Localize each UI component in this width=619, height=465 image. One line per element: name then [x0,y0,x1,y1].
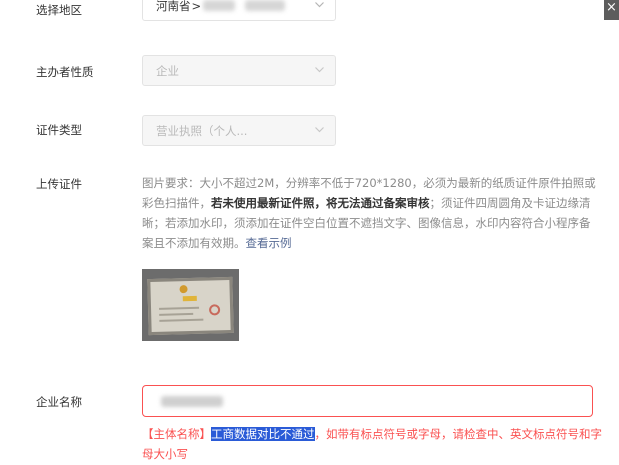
certificate-type-label: 证件类型 [36,123,82,137]
region-label: 选择地区 [36,3,82,17]
company-name-error: 【主体名称】工商数据对比不通过，如带有标点符号或字母，请检查中、英文标点符号和字… [142,424,602,464]
company-name-input[interactable] [142,385,593,417]
region-separator: > [191,0,202,13]
emblem-icon [179,285,188,294]
region-select[interactable]: 河南省 > [142,0,336,21]
company-name-redacted [161,395,223,407]
region-district-redacted [245,0,286,11]
error-prefix: 【主体名称】 [142,427,211,441]
chevron-down-icon [314,64,325,75]
certificate-type-value: 营业执照（个人... [156,123,248,138]
certificate-type-select: 营业执照（个人... [142,115,336,146]
upload-certificate-label: 上传证件 [36,177,82,191]
upload-hint-warning: 若未使用最新证件照，将无法通过备案审核 [211,196,430,210]
close-icon[interactable]: × [604,0,619,20]
uploaded-certificate-image[interactable] [142,269,239,341]
chevron-down-icon [314,0,325,10]
certificate-photo [147,276,234,336]
region-province: 河南省 [156,0,191,13]
organizer-type-label: 主办者性质 [36,65,94,79]
registration-form-page: 选择地区 河南省 > × 主办者性质 企业 证件类型 营业执照（个人... 上传… [0,0,619,465]
region-city-redacted [203,0,236,11]
view-example-link[interactable]: 查看示例 [246,236,292,250]
chevron-down-icon [314,124,325,135]
organizer-type-select: 企业 [142,55,336,86]
upload-requirements: 图片要求：大小不超过2M，分辨率不低于720*1280，必须为最新的纸质证件原件… [142,173,597,253]
organizer-type-value: 企业 [156,63,179,78]
company-name-label: 企业名称 [36,395,82,409]
error-highlight: 工商数据对比不通过 [211,427,315,441]
seal-icon [208,304,221,316]
